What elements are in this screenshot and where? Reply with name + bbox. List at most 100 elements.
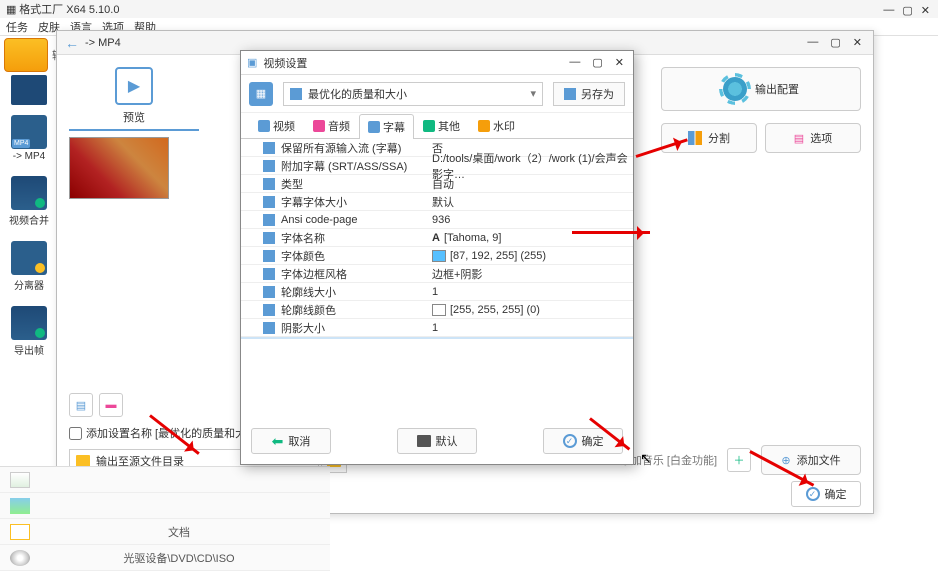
tab-watermark[interactable]: 水印 — [469, 113, 524, 138]
ok-button[interactable]: ✓ 确定 — [791, 481, 861, 507]
back-arrow-icon: ⬅ — [272, 433, 284, 450]
sidebar-split[interactable]: 分离器 — [4, 237, 54, 296]
sidebar-mp4[interactable]: -> MP4 — [4, 111, 54, 166]
row-icon — [263, 268, 275, 280]
dialog-ok-button[interactable]: ✓确定 — [543, 428, 623, 454]
sidebar-merge[interactable]: 视频合并 — [4, 172, 54, 231]
panel-row[interactable] — [0, 493, 330, 519]
cd-label: 光驱设备\DVD\CD\ISO — [38, 550, 320, 566]
minimize-icon[interactable]: ― — [883, 4, 894, 17]
output-folder-icon[interactable] — [4, 38, 48, 72]
app-icon: ▦ — [6, 3, 16, 16]
subtitle-icon — [368, 121, 380, 133]
grid-row[interactable]: 字幕字体大小默认 — [241, 193, 633, 211]
grid-row[interactable]: 轮廓线大小1 — [241, 283, 633, 301]
row-key: 保留所有源输入流 (字幕) — [281, 140, 401, 156]
watermark-icon — [478, 120, 490, 132]
close-icon[interactable]: ✕ — [921, 4, 930, 17]
row-value: [255, 255, 255] (0) — [450, 304, 540, 316]
check-icon: ✓ — [806, 487, 820, 501]
list-icon[interactable]: ▤ — [69, 393, 93, 417]
dlg-close-icon[interactable]: ✕ — [612, 56, 627, 69]
row-icon — [263, 160, 275, 172]
video-category-icon[interactable] — [11, 75, 47, 105]
row-icon — [263, 142, 275, 154]
dlg-minimize-icon[interactable]: ― — [566, 56, 583, 69]
splitter-icon — [11, 241, 47, 275]
grid-row[interactable]: 阴影大小 1 — [241, 319, 633, 337]
split-button[interactable]: 分割 — [661, 123, 757, 153]
music-thumb-icon — [10, 472, 30, 488]
app-title: 格式工厂 X64 5.10.0 — [19, 1, 119, 17]
row-key: 轮廓线颜色 — [281, 302, 336, 318]
grid-row[interactable]: 字体颜色[87, 192, 255] (255) — [241, 247, 633, 265]
video-thumbnail[interactable] — [69, 137, 169, 199]
row-value: [87, 192, 255] (255) — [450, 250, 546, 262]
cancel-button[interactable]: ⬅取消 — [251, 428, 331, 454]
default-button[interactable]: 默认 — [397, 428, 477, 454]
picture-thumb-icon — [10, 498, 30, 514]
grid-row[interactable]: 字体边框风格边框+阴影 — [241, 265, 633, 283]
row-value: 1 — [432, 322, 438, 334]
dlg-maximize-icon[interactable]: ▢ — [589, 56, 605, 69]
grid-row[interactable]: 类型自动 — [241, 175, 633, 193]
merge-icon — [11, 176, 47, 210]
split-icon — [688, 131, 702, 145]
other-icon — [423, 120, 435, 132]
sub-maximize-icon[interactable]: ▢ — [827, 36, 843, 49]
btn-label: 输出配置 — [755, 81, 799, 97]
sidebar-export[interactable]: 导出帧 — [4, 302, 54, 361]
profile-combo[interactable]: 最优化的质量和大小 — [283, 82, 543, 106]
export-frame-icon — [11, 306, 47, 340]
add-file-icon: ⊕ — [781, 454, 790, 467]
add-settings-name-checkbox[interactable] — [69, 427, 82, 440]
sub-close-icon[interactable]: ✕ — [850, 36, 865, 49]
mouse-cursor: ↖ — [640, 450, 652, 467]
row-icon — [263, 214, 275, 226]
tab-video[interactable]: 视频 — [249, 113, 304, 138]
btn-label: 分割 — [708, 130, 730, 146]
output-config-button[interactable]: 输出配置 — [661, 67, 861, 111]
row-key: 附加字幕 (SRT/ASS/SSA) — [281, 158, 407, 174]
window-controls: ― ▢ ✕ — [883, 4, 930, 17]
grid-row[interactable]: 附加字幕 (SRT/ASS/SSA)D:/tools/桌面/work（2）/wo… — [241, 157, 633, 175]
sidebar: -> MP4 视频合并 分离器 导出帧 — [4, 75, 54, 361]
row-value: 936 — [432, 214, 450, 226]
grid-row[interactable]: Font SchemeScheme1 — [241, 337, 633, 339]
row-key: 阴影大小 — [281, 320, 325, 336]
sidebar-item-label: 分离器 — [14, 277, 44, 292]
color-swatch — [432, 250, 446, 262]
delete-icon[interactable]: ▬ — [99, 393, 123, 417]
btn-label: 添加文件 — [797, 452, 841, 468]
profile-icon: ▦ — [249, 82, 273, 106]
app-titlebar: ▦ 格式工厂 X64 5.10.0 — [0, 0, 938, 18]
tab-other[interactable]: 其他 — [414, 113, 469, 138]
options-button[interactable]: ▤ 选项 — [765, 123, 861, 153]
tab-audio[interactable]: 音频 — [304, 113, 359, 138]
docs-label: 文档 — [38, 524, 320, 540]
add-file-button[interactable]: ⊕ 添加文件 — [761, 445, 861, 475]
panel-row[interactable]: 光驱设备\DVD\CD\ISO — [0, 545, 330, 571]
check-icon: ✓ — [563, 434, 577, 448]
grid-row[interactable]: Ansi code-page936 — [241, 211, 633, 229]
color-swatch — [432, 304, 446, 316]
row-key: 字体名称 — [281, 230, 325, 246]
maximize-icon[interactable]: ▢ — [902, 4, 912, 17]
tab-subtitle[interactable]: 字幕 — [359, 114, 414, 139]
save-as-button[interactable]: 另存为 — [553, 82, 625, 106]
row-key: 轮廓线大小 — [281, 284, 336, 300]
add-music-label[interactable]: 添加音乐 [白金功能] — [620, 452, 717, 468]
row-icon — [263, 250, 275, 262]
bottom-panel: 文档 光驱设备\DVD\CD\ISO — [0, 466, 330, 571]
preview-play-icon[interactable]: ▶ — [115, 67, 153, 105]
menu-task[interactable]: 任务 — [6, 19, 28, 35]
grid-row[interactable]: 轮廓线颜色 [255, 255, 255] (0) — [241, 301, 633, 319]
grid-row[interactable]: 字体名称A[Tahoma, 9] — [241, 229, 633, 247]
audio-icon — [313, 120, 325, 132]
add-music-plus-button[interactable]: ＋ — [727, 448, 751, 472]
back-arrow-icon[interactable]: ← — [65, 35, 79, 51]
sub-minimize-icon[interactable]: ― — [804, 36, 821, 49]
panel-row[interactable]: 文档 — [0, 519, 330, 545]
sidebar-item-label: 视频合并 — [9, 212, 49, 227]
panel-row[interactable] — [0, 467, 330, 493]
